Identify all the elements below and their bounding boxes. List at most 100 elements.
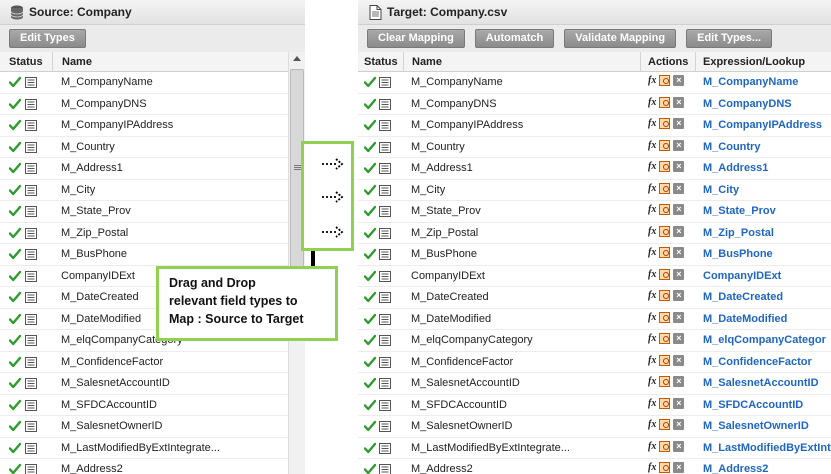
lookup-icon[interactable] [659,204,671,215]
target-field-row[interactable]: M_SFDCAccountID fx × M_SFDCAccountID [358,395,831,416]
field-type-icon[interactable] [25,313,37,325]
function-icon[interactable]: fx [648,247,656,258]
lookup-icon[interactable] [659,311,671,323]
source-field-row[interactable]: M_Address2 [0,459,305,474]
source-field-row[interactable]: M_SalesnetAccountID [0,373,305,395]
delete-icon[interactable]: × [673,204,685,215]
delete-icon[interactable]: × [673,161,685,172]
delete-icon[interactable]: × [673,397,685,409]
source-field-row[interactable]: M_SalesnetOwnerID [0,416,305,438]
delete-icon[interactable]: × [673,225,685,237]
lookup-icon[interactable] [659,96,671,108]
lookup-icon[interactable] [659,354,671,366]
target-field-row[interactable]: M_ConfidenceFactor fx × M_ConfidenceFactor [358,352,831,373]
expression-link[interactable]: M_DateModified [703,313,787,325]
field-type-icon[interactable] [379,227,391,239]
lookup-icon[interactable] [659,118,671,129]
lookup-icon[interactable] [659,376,671,387]
target-field-row[interactable]: M_Address1 fx × M_Address1 [358,158,831,180]
target-field-row[interactable]: M_CompanyDNS fx × M_CompanyDNS [358,94,831,115]
source-field-row[interactable]: M_City [0,180,305,201]
lookup-icon[interactable] [659,247,671,258]
field-type-icon[interactable] [25,270,37,282]
function-icon[interactable]: fx [648,161,656,172]
field-type-icon[interactable] [379,184,391,196]
validate-mapping-button[interactable]: Validate Mapping [564,29,677,48]
source-field-row[interactable]: M_BusPhone [0,244,305,266]
function-icon[interactable]: fx [648,226,656,237]
target-edit-types-button[interactable]: Edit Types... [686,29,773,48]
expression-link[interactable]: M_Address1 [703,162,768,174]
source-field-row[interactable]: M_CompanyDNS [0,94,305,115]
delete-icon[interactable]: × [673,118,685,129]
lookup-icon[interactable] [659,182,671,194]
field-type-icon[interactable] [379,163,391,174]
field-type-icon[interactable] [25,421,37,432]
expression-link[interactable]: M_Zip_Postal [703,227,774,239]
delete-icon[interactable]: × [673,462,685,473]
expression-link[interactable]: M_Country [703,141,760,153]
column-divider[interactable] [403,52,404,72]
lookup-icon[interactable] [659,462,671,473]
column-divider[interactable] [640,52,641,72]
field-type-icon[interactable] [379,292,391,303]
field-type-icon[interactable] [25,356,37,368]
lookup-icon[interactable] [659,419,671,430]
field-type-icon[interactable] [379,141,391,153]
expression-link[interactable]: M_City [703,184,739,196]
delete-icon[interactable]: × [673,290,685,301]
field-type-icon[interactable] [25,442,37,454]
field-type-icon[interactable] [25,292,37,303]
source-field-row[interactable]: M_Zip_Postal [0,223,305,244]
expression-link[interactable]: CompanyIDExt [703,270,781,282]
target-field-row[interactable]: M_elqCompanyCategory fx × M_elqCompanyCateg… [358,330,831,352]
target-field-row[interactable]: M_City fx × M_City [358,180,831,201]
function-icon[interactable]: fx [648,398,656,409]
expression-link[interactable]: M_elqCompanyCategor [703,334,826,346]
field-type-icon[interactable] [379,399,391,411]
expression-link[interactable]: M_CompanyIPAddress [703,119,822,131]
target-field-row[interactable]: M_BusPhone fx × M_BusPhone [358,244,831,266]
source-scrollbar[interactable] [288,52,305,474]
expression-link[interactable]: M_ConfidenceFactor [703,356,812,368]
field-type-icon[interactable] [379,206,391,217]
field-type-icon[interactable] [379,442,391,454]
field-type-icon[interactable] [25,120,37,131]
lookup-icon[interactable] [659,397,671,409]
field-type-icon[interactable] [379,335,391,346]
delete-icon[interactable]: × [673,268,685,280]
field-type-icon[interactable] [379,356,391,368]
scroll-up-arrow-icon[interactable] [293,56,301,61]
delete-icon[interactable]: × [673,247,685,258]
delete-icon[interactable]: × [673,333,685,344]
function-icon[interactable]: fx [648,118,656,129]
delete-icon[interactable]: × [673,440,685,452]
lookup-icon[interactable] [659,139,671,151]
target-field-row[interactable]: M_CompanyName fx × M_CompanyName [358,72,831,94]
delete-icon[interactable]: × [673,311,685,323]
field-type-icon[interactable] [25,227,37,239]
field-type-icon[interactable] [25,206,37,217]
source-edit-types-button[interactable]: Edit Types [9,29,86,48]
target-field-row[interactable]: M_Address2 fx × M_Address2 [358,459,831,474]
delete-icon[interactable]: × [673,354,685,366]
target-field-row[interactable]: M_LastModifiedByExtIntegrate... fx × M_Last… [358,438,831,459]
source-field-row[interactable]: M_Country [0,137,305,158]
expression-link[interactable]: M_BusPhone [703,248,773,260]
automatch-button[interactable]: Automatch [474,29,555,48]
delete-icon[interactable]: × [673,139,685,151]
field-type-icon[interactable] [25,378,37,389]
expression-link[interactable]: M_SalesnetOwnerID [703,420,809,432]
source-field-row[interactable]: M_CompanyName [0,72,305,94]
lookup-icon[interactable] [659,333,671,344]
lookup-icon[interactable] [659,161,671,172]
expression-link[interactable]: M_DateCreated [703,291,783,303]
lookup-icon[interactable] [659,440,671,452]
target-field-row[interactable]: M_State_Prov fx × M_State_Prov [358,201,831,223]
function-icon[interactable]: fx [648,204,656,215]
field-type-icon[interactable] [379,270,391,282]
field-type-icon[interactable] [25,77,37,88]
function-icon[interactable]: fx [648,376,656,387]
target-field-row[interactable]: M_SalesnetAccountID fx × M_SalesnetAccountI… [358,373,831,395]
clear-mapping-button[interactable]: Clear Mapping [367,29,465,48]
